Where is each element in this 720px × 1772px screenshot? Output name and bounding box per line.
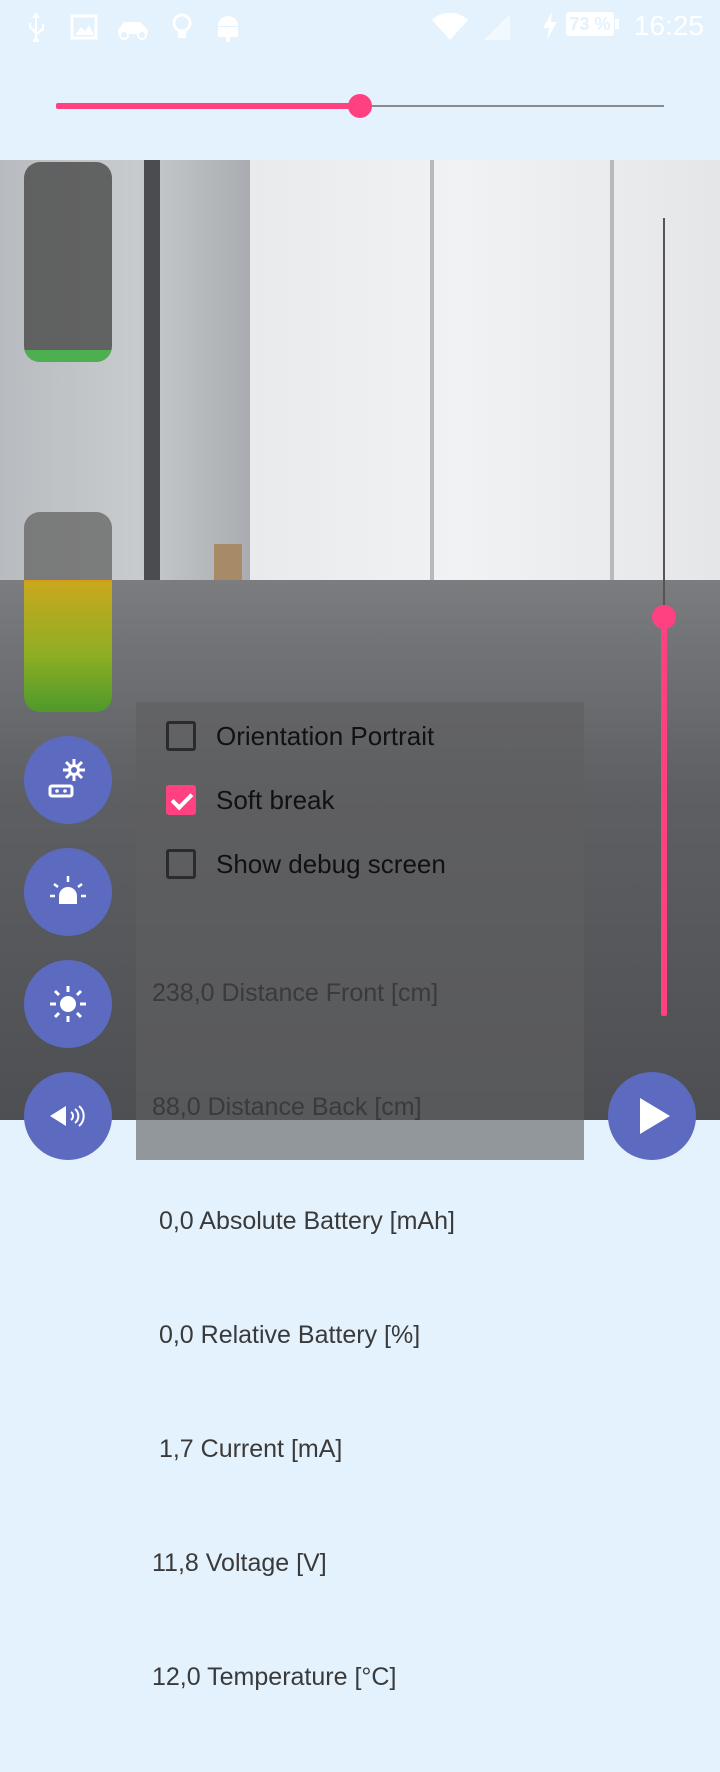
horn-button[interactable] (24, 1072, 112, 1160)
status-bar: 73 % 16:25 (0, 0, 720, 52)
play-icon (640, 1098, 670, 1134)
battery-gauge-fill (24, 580, 112, 712)
signal-icon (484, 14, 510, 40)
option-orientation-portrait[interactable]: Orientation Portrait (166, 716, 434, 756)
show-debug-screen-checkbox[interactable] (166, 849, 196, 879)
readout-distance-back: 88,0 Distance Back [cm] (152, 1093, 422, 1121)
siren-icon (50, 876, 86, 904)
steer-slider-fill (661, 617, 667, 1016)
speed-slider-fill (56, 103, 360, 109)
battery-indicator: 73 % (566, 12, 619, 36)
camera-pillar (144, 160, 160, 580)
throttle-gauge (24, 162, 112, 362)
readout-temperature: 12,0 Temperature [°C] (152, 1663, 397, 1691)
settings-gear-icon (48, 759, 85, 798)
readout-absolute-battery: 0,0 Absolute Battery [mAh] (152, 1207, 455, 1235)
soft-break-checkbox[interactable] (166, 785, 196, 815)
orientation-portrait-label: Orientation Portrait (216, 720, 435, 751)
readout-relative-battery: 0,0 Relative Battery [%] (152, 1321, 421, 1349)
horn-icon (50, 1105, 85, 1127)
siren-button[interactable] (24, 848, 112, 936)
readout-distance-front: 238,0 Distance Front [cm] (152, 979, 439, 1007)
speed-slider-thumb[interactable] (348, 94, 372, 118)
usb-icon (29, 12, 44, 42)
lightbulb-icon (172, 13, 192, 38)
car-icon (118, 22, 148, 40)
readout-voltage: 11,8 Voltage [V] (152, 1549, 327, 1577)
steer-slider-thumb[interactable] (652, 605, 676, 629)
option-show-debug-screen[interactable]: Show debug screen (166, 844, 446, 884)
settings-button[interactable] (24, 736, 112, 824)
light-button[interactable] (24, 960, 112, 1048)
throttle-gauge-fill (24, 350, 112, 362)
clock: 16:25 (633, 10, 704, 41)
option-soft-break[interactable]: Soft break (166, 780, 335, 820)
steer-slider[interactable] (650, 218, 678, 1016)
image-icon (70, 14, 98, 40)
soft-break-label: Soft break (216, 784, 335, 815)
android-icon (218, 16, 238, 42)
camera-box (214, 544, 242, 580)
debug-readouts: 238,0 Distance Front [cm] 88,0 Distance … (152, 898, 455, 1772)
readout-current: 1,7 Current [mA] (152, 1435, 343, 1463)
play-button[interactable] (608, 1072, 696, 1160)
charging-icon (543, 12, 557, 40)
orientation-portrait-checkbox[interactable] (166, 721, 196, 751)
debug-panel: Orientation Portrait Soft break Show deb… (136, 702, 584, 1691)
speed-slider[interactable] (56, 92, 664, 120)
wifi-icon (432, 12, 468, 40)
sun-icon (50, 986, 86, 1022)
show-debug-screen-label: Show debug screen (216, 848, 446, 879)
battery-gauge (24, 512, 112, 712)
